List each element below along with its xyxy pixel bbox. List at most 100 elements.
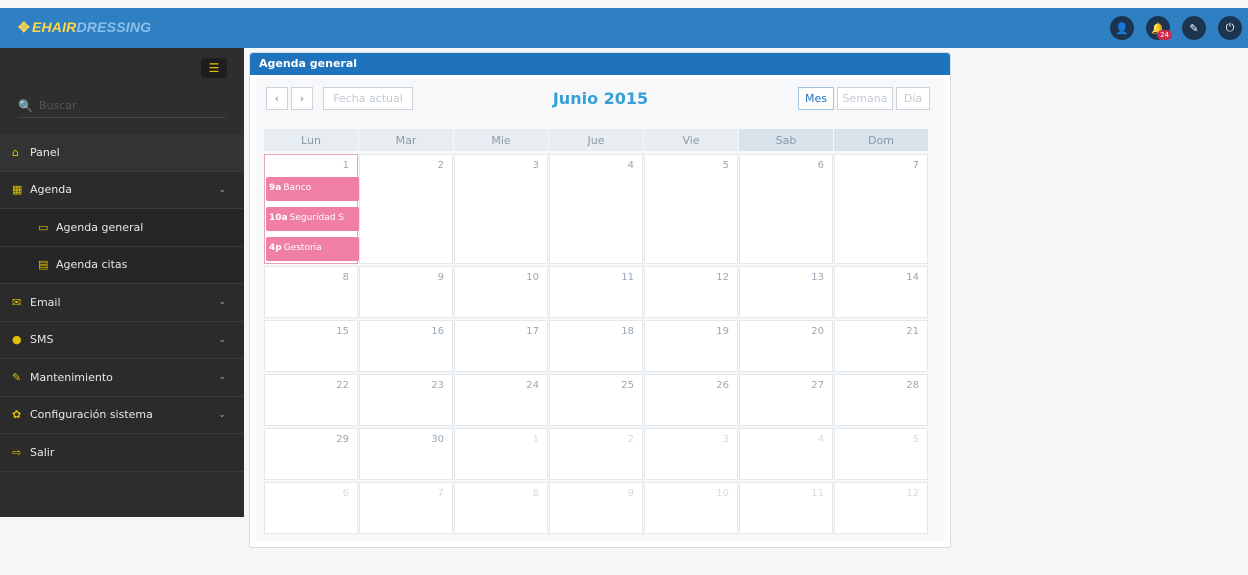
day-number: 21 [906,326,919,337]
day-cell[interactable]: 15 [264,320,358,372]
sidebar-menu: ⌂ Panel ▦ Agenda ⌄ ▭ Agenda general ▤ Ag… [0,134,244,472]
day-cell[interactable]: 7 [834,154,928,264]
day-cell[interactable]: 5 [834,428,928,480]
sidebar-item-panel[interactable]: ⌂ Panel [0,134,244,172]
search-input[interactable] [38,99,219,112]
sidebar-item-configuracion[interactable]: ✿ Configuración sistema ⌄ [0,396,244,434]
day-number: 2 [627,434,634,445]
day-cell[interactable]: 22 [264,374,358,426]
event-time: 4p [269,243,282,253]
sidebar-item-agenda[interactable]: ▦ Agenda ⌄ [0,171,244,209]
day-cell[interactable]: 21 [834,320,928,372]
calendar-event[interactable]: 4p Gestoria [266,237,359,261]
day-number: 11 [621,272,634,283]
sidebar-item-email[interactable]: ✉ Email ⌄ [0,284,244,322]
day-cell[interactable]: 4 [739,428,833,480]
day-number: 11 [811,488,824,499]
view-week-button[interactable]: Semana [837,87,893,110]
sidebar-item-agenda-general[interactable]: ▭ Agenda general [0,209,244,247]
app-logo[interactable]: ✥ EHAIRDRESSING [18,19,151,36]
user-icon[interactable]: 👤 [1110,16,1134,40]
day-number: 25 [621,380,634,391]
day-cell[interactable]: 5 [644,154,738,264]
menu-toggle-icon[interactable]: ☰ [201,58,227,78]
day-cell[interactable]: 18 [549,320,643,372]
event-title: Seguridad S [289,213,344,223]
sidebar-item-label: Mantenimiento [30,370,113,384]
day-cell[interactable]: 1 [454,428,548,480]
day-cell[interactable]: 10 [644,482,738,534]
day-of-week-header: Lun Mar Mie Jue Vie Sab Dom [264,129,936,151]
day-cell[interactable]: 29 [264,428,358,480]
day-cell[interactable]: 3 [644,428,738,480]
day-cell[interactable]: 23 [359,374,453,426]
calendar-event[interactable]: 9a Banco [266,177,359,201]
dow-wed: Mie [454,129,548,151]
sign-out-icon: ⇨ [12,445,22,459]
day-cell[interactable]: 3 [454,154,548,264]
day-number: 10 [526,272,539,283]
sidebar-item-agenda-citas[interactable]: ▤ Agenda citas [0,246,244,284]
day-cell[interactable]: 7 [359,482,453,534]
day-cell[interactable]: 30 [359,428,453,480]
logo-icon: ✥ [18,19,30,35]
day-number: 5 [912,434,919,445]
day-number: 9 [627,488,634,499]
day-cell[interactable]: 19 [644,320,738,372]
day-number: 14 [906,272,919,283]
day-cell[interactable]: 12 [834,482,928,534]
day-number: 28 [906,380,919,391]
day-cell[interactable]: 8 [264,266,358,318]
day-cell[interactable]: 25 [549,374,643,426]
week-row: 15 16 17 18 19 20 21 [264,320,936,374]
sidebar-item-mantenimiento[interactable]: ✎ Mantenimiento ⌄ [0,359,244,397]
sidebar: ☰ 🔍 ⌂ Panel ▦ Agenda ⌄ ▭ Agenda general … [0,48,244,517]
day-cell[interactable]: 9 [359,266,453,318]
bell-icon[interactable]: 🔔 24 [1146,16,1172,40]
day-cell[interactable]: 4 [549,154,643,264]
day-cell[interactable]: 17 [454,320,548,372]
sidebar-item-salir[interactable]: ⇨ Salir [0,434,244,472]
event-title: Banco [283,183,312,193]
day-cell[interactable]: 26 [644,374,738,426]
gear-icon: ✿ [12,408,22,422]
day-cell[interactable]: 14 [834,266,928,318]
power-icon[interactable]: ⏻ [1218,16,1242,40]
view-month-button[interactable]: Mes [798,87,834,110]
day-cell[interactable]: 11 [739,482,833,534]
chevron-down-icon: ⌄ [218,184,226,195]
day-number: 12 [716,272,729,283]
day-number: 2 [437,160,444,171]
calendar-event[interactable]: 10a Seguridad S [266,207,359,231]
day-number: 1 [342,160,349,171]
day-cell[interactable]: 6 [264,482,358,534]
day-cell[interactable]: 24 [454,374,548,426]
day-cell[interactable]: 2 [549,428,643,480]
day-cell[interactable]: 16 [359,320,453,372]
search-icon: 🔍 [18,98,33,113]
day-cell[interactable]: 9 [549,482,643,534]
day-cell[interactable]: 12 [644,266,738,318]
week-row: 6 7 8 9 10 11 12 [264,482,936,536]
day-number: 4 [817,434,824,445]
day-cell[interactable]: 8 [454,482,548,534]
day-cell[interactable]: 10 [454,266,548,318]
day-cell[interactable]: 13 [739,266,833,318]
day-cell[interactable]: 1 9a Banco 10a Seguridad S 4p Gestoria [264,154,359,264]
day-number: 8 [532,488,539,499]
day-number: 10 [716,488,729,499]
sidebar-item-sms[interactable]: ● SMS ⌄ [0,321,244,359]
chevron-down-icon: ⌄ [218,297,226,308]
day-cell[interactable]: 27 [739,374,833,426]
wrench-icon[interactable]: ✎ [1182,16,1206,40]
day-cell[interactable]: 20 [739,320,833,372]
day-number: 1 [532,434,539,445]
view-day-button[interactable]: Día [896,87,930,110]
day-cell[interactable]: 2 [359,154,453,264]
view-switcher: Mes Semana Día [798,87,930,110]
day-number: 26 [716,380,729,391]
day-cell[interactable]: 28 [834,374,928,426]
day-cell[interactable]: 11 [549,266,643,318]
wrench-icon: ✎ [12,370,22,384]
day-cell[interactable]: 6 [739,154,833,264]
